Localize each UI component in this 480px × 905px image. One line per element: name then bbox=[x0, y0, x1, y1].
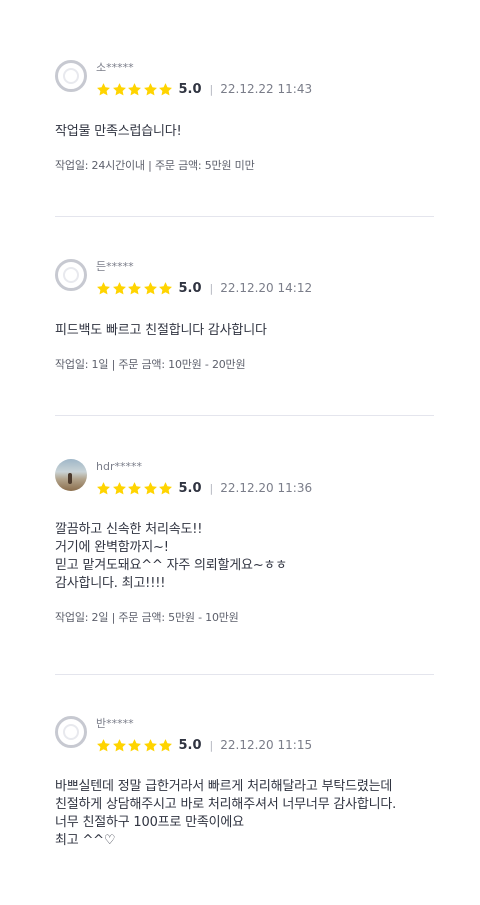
star-icon bbox=[128, 82, 141, 95]
review-order-info: 작업일: 24시간이내 | 주문 금액: 5만원 미만 bbox=[55, 159, 255, 172]
review-meta: 5.0 | 22.12.20 14:12 bbox=[96, 278, 434, 298]
star-icon bbox=[143, 281, 157, 294]
review-order-info: 작업일: 2일 | 주문 금액: 5만원 - 10만원 bbox=[55, 611, 239, 624]
star-icon bbox=[159, 82, 172, 95]
review-item: hdr***** 5.0 | 22.12.20 11:36 깔끔하고 신속한 처… bbox=[55, 416, 434, 675]
avatar[interactable] bbox=[55, 716, 87, 748]
review-header: 소***** 5.0 | 22.12.22 11:43 bbox=[55, 60, 434, 100]
review-date: 22.12.20 14:12 bbox=[220, 281, 313, 295]
review-date: 22.12.22 11:43 bbox=[220, 82, 313, 96]
review-text: 깔끔하고 신속한 처리속도!! 거기에 완벽함까지~! 믿고 맡겨도돼요^^ 자… bbox=[55, 522, 288, 591]
star-icon bbox=[97, 281, 110, 294]
avatar[interactable] bbox=[55, 60, 87, 92]
review-item: 반***** 5.0 | 22.12.20 11:15 바쁘실텐데 정말 급한거… bbox=[55, 675, 434, 902]
star-icon bbox=[159, 738, 172, 751]
avatar[interactable] bbox=[55, 259, 87, 291]
star-icon bbox=[143, 82, 157, 95]
rating-score: 5.0 bbox=[178, 480, 202, 496]
meta-separator: | bbox=[209, 281, 214, 295]
review-list: 소***** 5.0 | 22.12.22 11:43 작업물 만족스럽습니다!… bbox=[0, 0, 480, 902]
star-icon bbox=[159, 281, 172, 294]
review-meta: 5.0 | 22.12.22 11:43 bbox=[96, 79, 434, 99]
reviewer-name: hdr***** bbox=[96, 460, 142, 473]
star-icon bbox=[112, 82, 126, 95]
review-meta: 5.0 | 22.12.20 11:36 bbox=[96, 478, 434, 498]
meta-separator: | bbox=[209, 82, 214, 96]
meta-separator: | bbox=[209, 481, 214, 495]
reviewer-name: 반***** bbox=[96, 717, 134, 730]
rating-stars bbox=[96, 481, 174, 496]
review-item: 든***** 5.0 | 22.12.20 14:12 피드백도 빠르고 친절합… bbox=[55, 217, 434, 416]
review-meta: 5.0 | 22.12.20 11:15 bbox=[96, 735, 434, 755]
star-icon bbox=[143, 738, 157, 751]
review-date: 22.12.20 11:15 bbox=[220, 738, 313, 752]
rating-score: 5.0 bbox=[178, 81, 202, 97]
rating-stars bbox=[96, 281, 174, 296]
star-icon bbox=[159, 481, 172, 494]
review-order-info: 작업일: 1일 | 주문 금액: 10만원 - 20만원 bbox=[55, 358, 246, 371]
reviewer-name: 든***** bbox=[96, 260, 134, 273]
star-icon bbox=[128, 738, 141, 751]
review-header: 반***** 5.0 | 22.12.20 11:15 bbox=[55, 716, 434, 756]
rating-score: 5.0 bbox=[178, 737, 202, 753]
star-icon bbox=[112, 281, 126, 294]
review-text: 피드백도 빠르고 친절합니다 감사합니다 bbox=[55, 323, 267, 338]
meta-separator: | bbox=[209, 738, 214, 752]
review-header: 든***** 5.0 | 22.12.20 14:12 bbox=[55, 259, 434, 299]
rating-stars bbox=[96, 82, 174, 97]
avatar[interactable] bbox=[55, 459, 87, 491]
review-text: 작업물 만족스럽습니다! bbox=[55, 124, 182, 139]
star-icon bbox=[97, 481, 110, 494]
star-icon bbox=[143, 481, 157, 494]
rating-score: 5.0 bbox=[178, 280, 202, 296]
star-icon bbox=[128, 281, 141, 294]
star-icon bbox=[97, 738, 110, 751]
star-icon bbox=[97, 82, 110, 95]
star-icon bbox=[128, 481, 141, 494]
review-date: 22.12.20 11:36 bbox=[220, 481, 313, 495]
review-header: hdr***** 5.0 | 22.12.20 11:36 bbox=[55, 459, 434, 499]
reviewer-name: 소***** bbox=[96, 61, 134, 74]
star-icon bbox=[112, 738, 126, 751]
review-text: 바쁘실텐데 정말 급한거라서 빠르게 처리해달라고 부탁드렸는데 친절하게 상담… bbox=[55, 779, 397, 848]
review-item: 소***** 5.0 | 22.12.22 11:43 작업물 만족스럽습니다!… bbox=[55, 0, 434, 217]
star-icon bbox=[112, 481, 126, 494]
rating-stars bbox=[96, 738, 174, 753]
